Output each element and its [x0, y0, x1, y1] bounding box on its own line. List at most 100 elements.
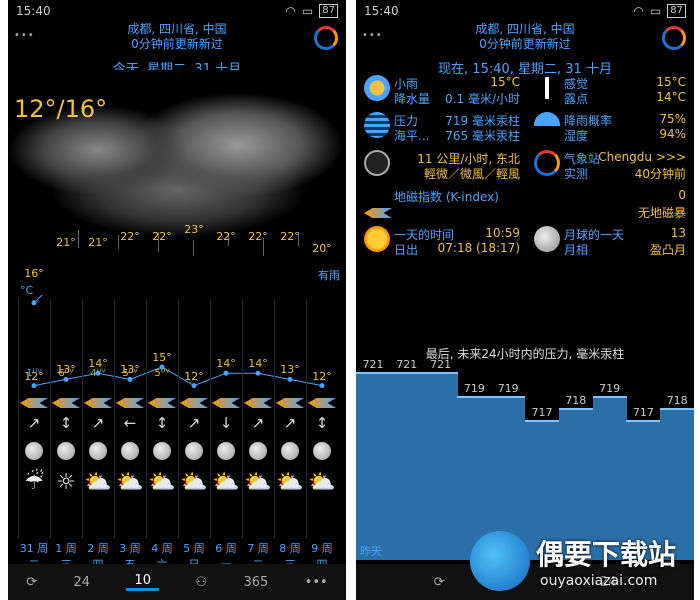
- moon-phase-icon: [153, 442, 171, 460]
- brand-name: 偶要下载站: [536, 538, 677, 571]
- nav-item[interactable]: 10: [126, 573, 160, 591]
- uv-index: 1ᵁⱽ: [26, 368, 42, 379]
- sun-icon: [364, 226, 390, 252]
- wind-direction-icon: ↗: [251, 414, 265, 432]
- moon-phase-icon: [249, 442, 267, 460]
- day-low-temp: 14°: [248, 357, 268, 371]
- battery-icon: 87: [667, 4, 686, 18]
- moon-phase-icon: [217, 442, 235, 460]
- status-bar: 15:40 ◠ ▭ 87: [8, 0, 346, 22]
- nav-item[interactable]: ⟳: [434, 575, 445, 590]
- day-low-temp: 12°: [312, 369, 332, 383]
- uv-index: 5ᵁⱽ: [122, 368, 138, 379]
- day-high-temp: 21°: [88, 235, 108, 249]
- day-high-temp: 22°: [152, 229, 172, 243]
- pressure-value: 717: [531, 406, 553, 419]
- nav-item[interactable]: 24: [74, 575, 91, 590]
- location-title[interactable]: 成都, 四川省, 中国: [356, 22, 694, 37]
- nav-item[interactable]: ⟳: [26, 575, 37, 590]
- day-high-temp: 21°: [56, 235, 76, 249]
- moon-phase-icon: [89, 442, 107, 460]
- rain-streak: [193, 240, 194, 256]
- current-conditions-screen: 15:40 ◠ ▭ 87 ••• 成都, 四川省, 中国 0分钟前更新新过 现在, …: [356, 0, 694, 600]
- moon-phase-icon: [25, 442, 43, 460]
- pressure-value: 721: [430, 358, 452, 371]
- station-icon: [534, 150, 560, 176]
- uv-index: 4ᵁⱽ: [90, 368, 106, 379]
- umbrella-icon: [534, 112, 560, 126]
- status-bar: 15:40 ◠ ▭ 87: [356, 0, 694, 22]
- day-low-temp: 12°: [184, 369, 204, 383]
- nav-item[interactable]: ⚇: [195, 575, 207, 590]
- compass-icon: [364, 150, 390, 176]
- bottom-nav: ⟳ 24 10 ⚇ 365 •••: [8, 564, 346, 600]
- moon-phase-icon: [281, 442, 299, 460]
- pressure-value: 721: [396, 358, 418, 371]
- kindex-icon: [364, 208, 392, 218]
- moon-phase-icon: [185, 442, 203, 460]
- moon-phase-icon: [121, 442, 139, 460]
- wind-direction-icon: ↕: [315, 414, 329, 432]
- day-high-temp: 22°: [280, 229, 300, 243]
- pressure-value: 718: [565, 394, 587, 407]
- wind-direction-icon: ↓: [219, 414, 233, 432]
- rain-sun-icon: [364, 75, 390, 101]
- wifi-icon: ◠: [633, 4, 644, 18]
- location-title[interactable]: 成都, 四川省, 中国: [8, 22, 346, 37]
- pressure-bar: [356, 372, 390, 560]
- uv-index: 5ᵁⱽ: [154, 368, 170, 379]
- wind-direction-icon: ↗: [91, 414, 105, 432]
- pressure-bar: [423, 372, 458, 560]
- nav-item[interactable]: 365: [243, 575, 268, 590]
- wind-direction-icon: ↗: [187, 414, 201, 432]
- day-high-temp: 23°: [184, 223, 204, 237]
- screen-icon: ▭: [649, 4, 662, 18]
- status-time: 15:40: [16, 4, 51, 18]
- pressure-value: 718: [666, 394, 688, 407]
- station-link[interactable]: Chengdu >>>: [596, 150, 686, 164]
- day-high-temp: 22°: [216, 229, 236, 243]
- pressure-value: 719: [463, 382, 485, 395]
- pressure-value: 719: [497, 382, 519, 395]
- app-logo-icon[interactable]: [662, 26, 686, 50]
- day-low-temp: 13°: [280, 363, 300, 377]
- status-time: 15:40: [364, 4, 399, 18]
- day-high-temp: 20°: [312, 242, 332, 255]
- day-high-temp: 22°: [248, 229, 268, 243]
- weather-icon: ⛅: [116, 470, 144, 495]
- yesterday-label: 昨天: [360, 545, 382, 558]
- wifi-icon: ◠: [285, 4, 296, 18]
- weather-icon: ⛅: [148, 470, 176, 495]
- condition-label: 有雨: [318, 269, 340, 282]
- wind-direction-icon: ←: [123, 414, 137, 432]
- pressure-value: 717: [632, 406, 654, 419]
- brand-url: ouyaoxiazai.com: [540, 573, 658, 589]
- weather-icon: ☼: [56, 470, 76, 495]
- weather-icon: ⛅: [276, 470, 304, 495]
- day-low-temp: 14°: [216, 357, 236, 371]
- moon-phase-icon: [313, 442, 331, 460]
- wind-direction-icon: ↕: [59, 414, 73, 432]
- pressure-icon: [364, 112, 390, 138]
- update-status: 0分钟前更新新过: [479, 37, 571, 51]
- weather-icon: ⛅: [180, 470, 208, 495]
- brand-logo-icon: [470, 531, 530, 591]
- uv-index: 6ᵁⱽ: [58, 368, 74, 379]
- weather-icon: ⛅: [308, 470, 336, 495]
- pressure-value: 719: [599, 382, 621, 395]
- nav-item[interactable]: •••: [305, 575, 328, 590]
- screen-icon: ▭: [301, 4, 314, 18]
- weather-icon: ⛅: [84, 470, 112, 495]
- temp-range: 12°/16°: [14, 95, 108, 123]
- day-low-temp: 15°: [152, 351, 172, 364]
- menu-dots-icon[interactable]: •••: [14, 30, 35, 41]
- weather-icon: ⛅: [244, 470, 272, 495]
- pressure-value: 721: [362, 358, 384, 371]
- day-high-temp: 16°: [24, 266, 44, 280]
- app-logo-icon[interactable]: [314, 26, 338, 50]
- pressure-bar: [389, 372, 424, 560]
- menu-dots-icon[interactable]: •••: [362, 30, 383, 41]
- thermometer-icon: [534, 75, 560, 101]
- weather-icon: ☔: [24, 470, 44, 495]
- battery-icon: 87: [319, 4, 338, 18]
